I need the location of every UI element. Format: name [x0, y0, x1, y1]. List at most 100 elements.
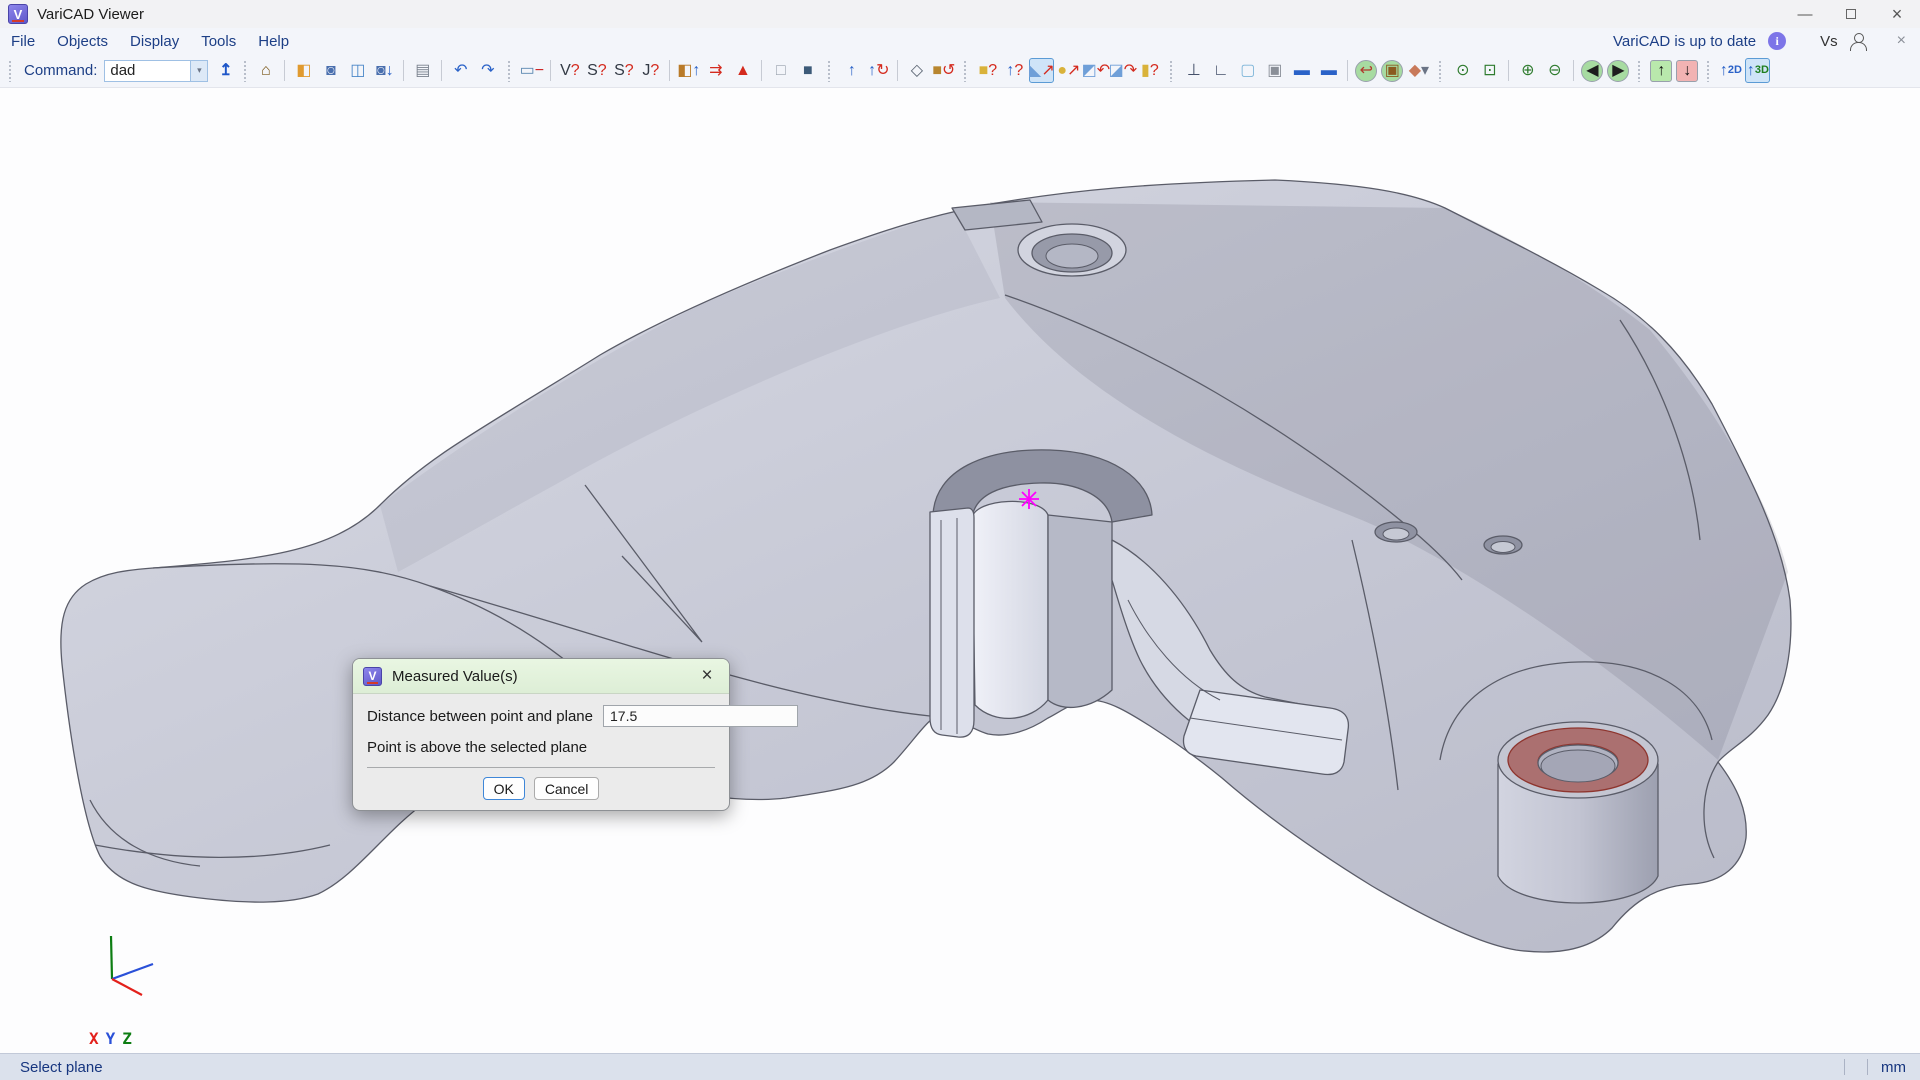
undo-icon[interactable]: ↶ — [448, 58, 473, 83]
toolbar-grip[interactable] — [963, 60, 968, 82]
query-volume-icon[interactable]: V? — [557, 58, 582, 83]
mode-2d-icon[interactable]: ↑2D — [1718, 58, 1743, 83]
home-icon[interactable]: ⌂ — [253, 58, 278, 83]
wireframe-display-icon[interactable]: □ — [768, 58, 793, 83]
rotate-solid-icon[interactable]: ■↺ — [931, 58, 956, 83]
insert-block-icon[interactable]: ◧↑ — [676, 58, 701, 83]
measure-solid-icon[interactable]: ■? — [975, 58, 1000, 83]
measure-point-surface-icon[interactable]: ●↗ — [1056, 58, 1081, 83]
measure-angle-icon[interactable]: ∟ — [1208, 58, 1233, 83]
title-bar: V VariCAD Viewer — × — [0, 0, 1920, 28]
view-next-icon[interactable]: ▶ — [1607, 60, 1629, 82]
zoom-solid-icon[interactable]: ▣ — [1381, 60, 1403, 82]
rotate-view-icon[interactable]: ↑↻ — [866, 58, 891, 83]
units-indicator[interactable]: mm — [1879, 1059, 1920, 1076]
toolbar-separator — [669, 60, 670, 81]
restore-button[interactable] — [1828, 0, 1874, 28]
toolbar-grip[interactable] — [243, 60, 248, 82]
axonometry-icon[interactable]: ▲ — [730, 58, 755, 83]
layer-bar-wide-icon[interactable]: ▬ — [1316, 58, 1341, 83]
axis-labels: X Y Z — [89, 1029, 132, 1048]
copy-to-clipboard-icon[interactable]: ◫ — [345, 58, 370, 83]
toolbar-separator — [284, 60, 285, 81]
measure-arc-icon[interactable]: ◪↷ — [1110, 58, 1135, 83]
user-account-icon[interactable] — [1850, 33, 1867, 50]
zoom-previous-icon[interactable]: ↩ — [1355, 60, 1377, 82]
zoom-in-icon[interactable]: ⊕ — [1515, 58, 1540, 83]
toolbar-grip[interactable] — [827, 60, 832, 82]
query-inertia-icon[interactable]: J? — [638, 58, 663, 83]
toolbar-grip[interactable] — [1637, 60, 1642, 82]
dialog-note: Point is above the selected plane — [367, 739, 715, 756]
view-down-icon[interactable]: ↓ — [1676, 60, 1698, 82]
measure-edge-icon[interactable]: ◩↶ — [1083, 58, 1108, 83]
menu-display[interactable]: Display — [119, 33, 190, 50]
zoom-window-icon[interactable]: ⊙ — [1450, 58, 1475, 83]
measure-perpendicular-icon[interactable]: ⊥ — [1181, 58, 1206, 83]
window-title: VariCAD Viewer — [37, 6, 144, 23]
view-cube-icon[interactable]: ◇ — [904, 58, 929, 83]
redo-icon[interactable]: ↷ — [475, 58, 500, 83]
distance-value-input[interactable] — [603, 705, 798, 727]
toolbar-grip[interactable] — [1438, 60, 1443, 82]
menu-file[interactable]: File — [0, 33, 46, 50]
measure-cylinder-icon[interactable]: ▮? — [1137, 58, 1162, 83]
save-as-icon[interactable]: ◙↓ — [372, 58, 397, 83]
cad-model[interactable] — [61, 180, 1791, 952]
dialog-separator — [367, 767, 715, 768]
info-icon[interactable]: i — [1768, 32, 1786, 50]
view-up-icon[interactable]: ↑ — [1650, 60, 1672, 82]
toolbar-grip[interactable] — [1169, 60, 1174, 82]
delete-view-icon[interactable]: ▭− — [519, 58, 544, 83]
menu-objects[interactable]: Objects — [46, 33, 119, 50]
minimize-button[interactable]: — — [1782, 0, 1828, 28]
print-icon[interactable]: ▤ — [410, 58, 435, 83]
ok-button[interactable]: OK — [483, 777, 525, 800]
toolbar-grip[interactable] — [507, 60, 512, 82]
view-previous-icon[interactable]: ◀ — [1581, 60, 1603, 82]
axis-label-z: Z — [122, 1029, 132, 1048]
toolbar-separator — [550, 60, 551, 81]
axis-label-x: X — [89, 1029, 99, 1048]
restore-icon — [1846, 9, 1856, 19]
query-surface-icon[interactable]: S? — [584, 58, 609, 83]
command-label: Command: — [24, 62, 97, 79]
app-window: V VariCAD Viewer — × File Objects Displa… — [0, 0, 1920, 1080]
toolbar-separator — [1508, 60, 1509, 81]
query-section-icon[interactable]: S? — [611, 58, 636, 83]
pan-view-icon[interactable]: ↑ — [839, 58, 864, 83]
mode-3d-icon[interactable]: ↑3D — [1745, 58, 1770, 83]
window-display-icon[interactable]: ▣ — [1262, 58, 1287, 83]
menu-help[interactable]: Help — [247, 33, 300, 50]
open-file-icon[interactable]: ◧ — [291, 58, 316, 83]
dialog-title-bar[interactable]: V Measured Value(s) × — [353, 659, 729, 694]
cancel-button[interactable]: Cancel — [534, 777, 600, 800]
save-icon[interactable]: ◙ — [318, 58, 343, 83]
section-view-icon[interactable]: ⇉ — [703, 58, 728, 83]
shaded-display-icon[interactable]: ■ — [795, 58, 820, 83]
status-bar: Select plane mm — [0, 1053, 1920, 1080]
measure-point-plane-icon[interactable]: ◣↗ — [1029, 58, 1054, 83]
fit-screen-icon[interactable]: ▢ — [1235, 58, 1260, 83]
export-icon[interactable]: ↥ — [213, 58, 238, 83]
update-status-text: VariCAD is up to date — [1613, 33, 1756, 50]
user-label: Vs — [1820, 33, 1838, 50]
toolbar-grip[interactable] — [8, 60, 13, 82]
toolbar-grip[interactable] — [1706, 60, 1711, 82]
command-dropdown-caret[interactable]: ▾ — [190, 60, 208, 82]
zoom-rectangle-icon[interactable]: ⊡ — [1477, 58, 1502, 83]
command-input[interactable] — [104, 60, 190, 82]
layer-bar-icon[interactable]: ▬ — [1289, 58, 1314, 83]
render-mode-icon[interactable]: ◆▾ — [1406, 58, 1431, 83]
zoom-out-icon[interactable]: ⊖ — [1542, 58, 1567, 83]
viewport-3d[interactable]: X Y Z V Measured Value(s) × Distance bet… — [0, 88, 1920, 1053]
measure-direction-icon[interactable]: ↑? — [1002, 58, 1027, 83]
toolbar-separator — [1573, 60, 1574, 81]
toolbar-separator — [761, 60, 762, 81]
dialog-close-icon[interactable]: × — [695, 665, 719, 687]
close-button[interactable]: × — [1874, 0, 1920, 28]
menu-tools[interactable]: Tools — [190, 33, 247, 50]
toolbar-separator — [897, 60, 898, 81]
axis-label-y: Y — [106, 1029, 116, 1048]
notification-close-icon[interactable]: × — [1897, 32, 1906, 50]
